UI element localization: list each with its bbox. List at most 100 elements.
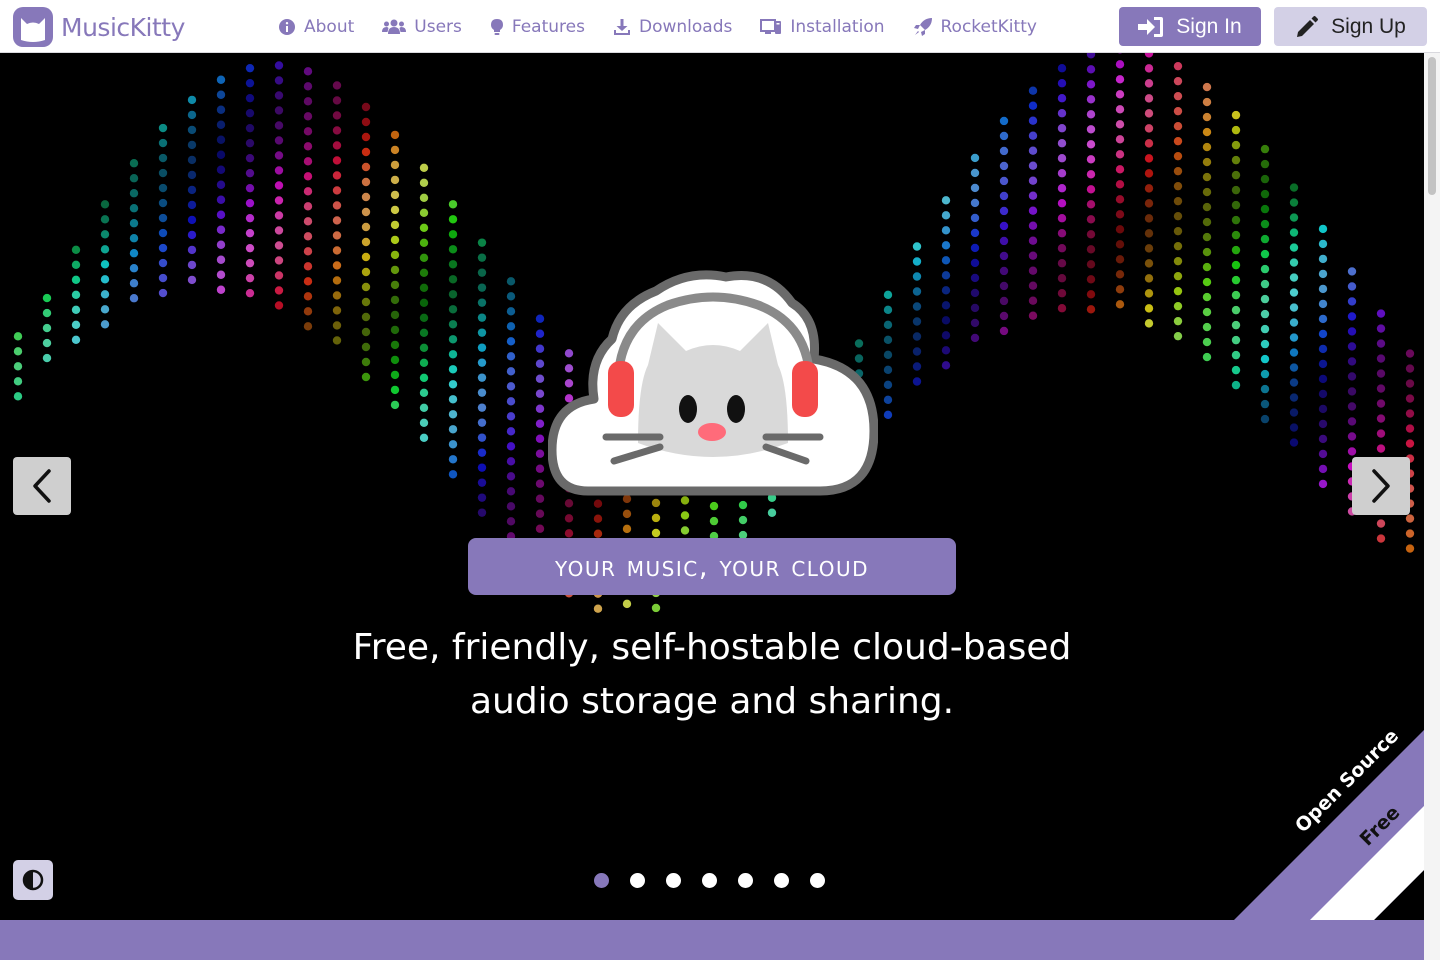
visualizer-dot bbox=[1231, 290, 1241, 300]
visualizer-dot bbox=[1028, 191, 1038, 200]
brand[interactable]: MusicKitty bbox=[13, 7, 185, 47]
visualizer-dot bbox=[274, 301, 284, 310]
visualizer-dot bbox=[1173, 196, 1183, 206]
visualizer-dot bbox=[1260, 219, 1270, 229]
visualizer-dot bbox=[390, 145, 400, 155]
visualizer-dot bbox=[361, 297, 371, 307]
visualizer-dot bbox=[1202, 292, 1212, 302]
visualizer-dot bbox=[100, 305, 110, 314]
scrollbar-thumb[interactable] bbox=[1428, 57, 1436, 195]
sign-up-button[interactable]: Sign Up bbox=[1274, 7, 1427, 46]
visualizer-dot bbox=[1231, 260, 1241, 270]
sign-in-button[interactable]: Sign In bbox=[1119, 7, 1261, 46]
visualizer-dot bbox=[1260, 249, 1270, 259]
carousel-dot[interactable] bbox=[594, 873, 609, 888]
visualizer-dot bbox=[216, 105, 226, 114]
visualizer-dot bbox=[1173, 166, 1183, 176]
visualizer-dot bbox=[361, 117, 371, 127]
visualizer-dot bbox=[1260, 414, 1270, 424]
visualizer-dot bbox=[1115, 150, 1125, 159]
theme-toggle-button[interactable] bbox=[13, 860, 53, 900]
carousel-dot[interactable] bbox=[666, 873, 681, 888]
visualizer-dot bbox=[535, 479, 545, 488]
visualizer-dot bbox=[1028, 176, 1038, 185]
carousel-dot[interactable] bbox=[774, 873, 789, 888]
visualizer-dot bbox=[448, 425, 458, 434]
visualizer-dot bbox=[1115, 105, 1125, 114]
visualizer-dot bbox=[1115, 285, 1125, 294]
visualizer-dot bbox=[1376, 324, 1386, 333]
visualizer-dot bbox=[535, 509, 545, 518]
visualizer-dot bbox=[419, 253, 429, 263]
visualizer-dot bbox=[274, 76, 284, 85]
nav-item-features[interactable]: Features bbox=[490, 17, 585, 37]
visualizer-dot bbox=[71, 245, 81, 255]
carousel-dot[interactable] bbox=[810, 873, 825, 888]
visualizer-dot bbox=[332, 231, 342, 240]
visualizer-dot bbox=[535, 464, 545, 473]
carousel-dot[interactable] bbox=[702, 873, 717, 888]
visualizer-dot bbox=[187, 275, 197, 285]
carousel-prev-button[interactable] bbox=[13, 457, 71, 515]
visualizer-dot bbox=[535, 344, 545, 353]
visualizer-dot bbox=[941, 361, 951, 370]
visualizer-dot bbox=[390, 385, 400, 395]
visualizer-dot bbox=[999, 311, 1009, 321]
nav-item-about[interactable]: About bbox=[278, 17, 354, 37]
visualizer-dot bbox=[999, 116, 1009, 126]
visualizer-dot bbox=[883, 320, 893, 330]
visualizer-dot bbox=[1347, 297, 1357, 306]
visualizer-dot bbox=[71, 290, 81, 300]
visualizer-dot bbox=[477, 253, 487, 262]
visualizer-dot bbox=[535, 434, 545, 443]
visualizer-dot bbox=[564, 529, 574, 538]
visualizer-dot bbox=[1289, 363, 1299, 372]
visualizer-dot bbox=[1115, 90, 1125, 99]
visualizer-dot bbox=[912, 242, 922, 251]
visualizer-dot bbox=[129, 294, 139, 303]
visualizer-dot bbox=[1260, 204, 1270, 214]
visualizer-dot bbox=[274, 286, 284, 295]
visualizer-dot bbox=[332, 111, 342, 120]
visualizer-dot bbox=[245, 63, 255, 73]
visualizer-dot bbox=[100, 230, 110, 239]
visualizer-dot bbox=[1289, 393, 1299, 402]
visualizer-dot bbox=[332, 321, 342, 330]
visualizer-dot bbox=[477, 298, 487, 307]
visualizer-dot bbox=[158, 288, 168, 298]
visualizer-dot bbox=[477, 283, 487, 292]
visualizer-dot bbox=[332, 126, 342, 135]
visualizer-dot bbox=[448, 410, 458, 419]
visualizer-dot bbox=[361, 357, 371, 367]
visualizer-dot bbox=[477, 328, 487, 337]
visualizer-dot bbox=[419, 178, 429, 188]
visualizer-dot bbox=[448, 200, 458, 209]
nav-item-downloads[interactable]: Downloads bbox=[613, 17, 732, 37]
visualizer-dot bbox=[1260, 144, 1270, 154]
nav-item-users[interactable]: Users bbox=[382, 17, 462, 37]
visualizer-dot bbox=[303, 277, 313, 286]
visualizer-dot bbox=[419, 223, 429, 233]
visualizer-dot bbox=[1347, 432, 1357, 441]
sign-up-label: Sign Up bbox=[1331, 14, 1406, 38]
visualizer-dot bbox=[506, 442, 516, 451]
nav-label-users: Users bbox=[414, 16, 462, 37]
carousel-dot[interactable] bbox=[738, 873, 753, 888]
visualizer-dot bbox=[1173, 241, 1183, 251]
visualizer-dot bbox=[506, 517, 516, 526]
visualizer-dot bbox=[1173, 151, 1183, 161]
visualizer-dot bbox=[1144, 319, 1154, 328]
visualizer-dot bbox=[1347, 417, 1357, 426]
visualizer-dot bbox=[390, 355, 400, 365]
nav-item-installation[interactable]: Installation bbox=[760, 17, 885, 37]
carousel-dot[interactable] bbox=[630, 873, 645, 888]
carousel-next-button[interactable] bbox=[1352, 457, 1410, 515]
visualizer-dot bbox=[1260, 264, 1270, 274]
visualizer-dot bbox=[883, 395, 893, 405]
page-scrollbar[interactable] bbox=[1424, 53, 1440, 960]
visualizer-dot bbox=[912, 362, 922, 371]
nav-item-rocketkitty[interactable]: RocketKitty bbox=[913, 17, 1037, 37]
visualizer-dot bbox=[390, 160, 400, 170]
visualizer-dot bbox=[100, 290, 110, 299]
visualizer-dot bbox=[303, 97, 313, 106]
